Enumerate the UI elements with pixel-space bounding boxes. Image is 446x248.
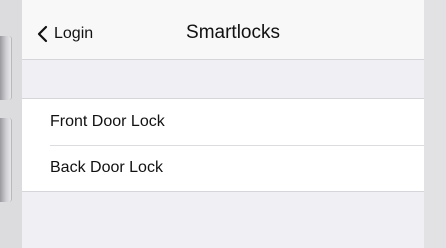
app-screen: Login Smartlocks Front Door Lock Back Do… [22,0,424,248]
device-bezel-right [424,0,446,248]
list-item-front-door-lock[interactable]: Front Door Lock [22,99,424,145]
smartlock-list: Front Door Lock Back Door Lock [22,98,424,192]
side-power-button [0,118,12,202]
section-spacer [22,60,424,98]
list-item-back-door-lock[interactable]: Back Door Lock [22,145,424,191]
navigation-bar: Login Smartlocks [22,0,424,60]
device-frame: Login Smartlocks Front Door Lock Back Do… [0,0,446,248]
page-title: Smartlocks [186,22,280,43]
side-volume-button [0,36,12,100]
